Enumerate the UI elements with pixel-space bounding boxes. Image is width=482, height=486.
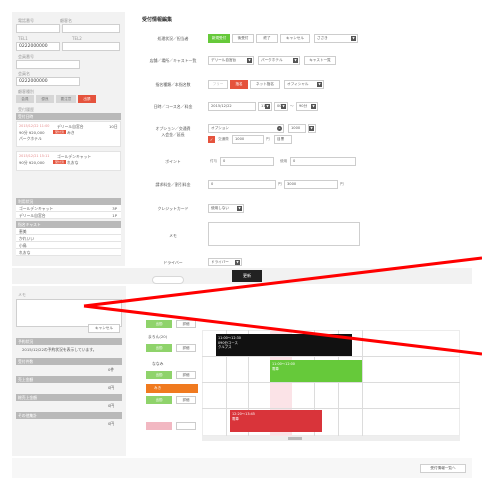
annotation-line (83, 256, 482, 308)
annotation-line (83, 304, 482, 356)
annotation-lines (83, 256, 482, 356)
